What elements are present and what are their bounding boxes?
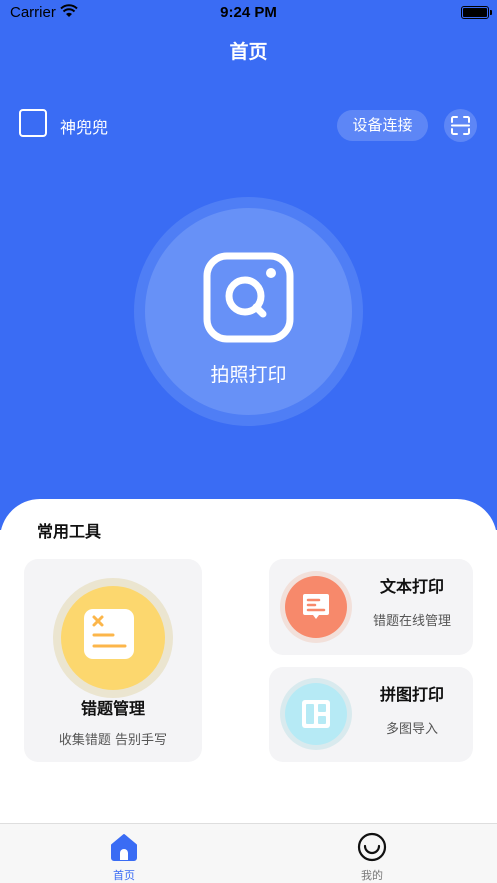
tool-label-mistakes: 错题管理 bbox=[80, 699, 145, 718]
tool-label-text-print: 文本打印 bbox=[379, 577, 444, 596]
device-checkbox[interactable] bbox=[19, 109, 47, 137]
tab-mine[interactable]: 我的 bbox=[312, 824, 432, 883]
tab-mine-label: 我的 bbox=[361, 869, 383, 882]
tool-subtitle-text-print: 错题在线管理 bbox=[372, 614, 451, 629]
tab-home[interactable]: 首页 bbox=[64, 824, 184, 883]
smile-icon bbox=[357, 832, 387, 862]
scan-button[interactable] bbox=[444, 109, 477, 142]
page-title: 首页 bbox=[229, 41, 268, 63]
home-icon bbox=[111, 834, 137, 861]
camera-icon bbox=[203, 252, 294, 343]
tab-bar: 首页 我的 bbox=[0, 823, 497, 883]
tool-subtitle-mistakes: 收集错题 告别手写 bbox=[58, 733, 168, 748]
device-connect-button[interactable]: 设备连接 bbox=[337, 110, 428, 141]
text-print-icon bbox=[303, 594, 329, 619]
mistakes-icon bbox=[84, 609, 134, 659]
tool-subtitle-puzzle-print: 多图导入 bbox=[385, 722, 438, 737]
clock: 9:24 PM bbox=[220, 4, 277, 21]
scan-icon bbox=[451, 116, 470, 135]
tools-section-title: 常用工具 bbox=[37, 522, 102, 541]
device-name: 神兜兜 bbox=[60, 118, 109, 137]
camera-print-label: 拍照打印 bbox=[210, 364, 287, 386]
puzzle-print-icon bbox=[302, 700, 330, 728]
battery-icon bbox=[461, 6, 492, 19]
tool-label-puzzle-print: 拼图打印 bbox=[379, 685, 444, 704]
status-bar: Carrier 9:24 PM bbox=[0, 0, 497, 26]
tab-home-label: 首页 bbox=[113, 869, 135, 882]
